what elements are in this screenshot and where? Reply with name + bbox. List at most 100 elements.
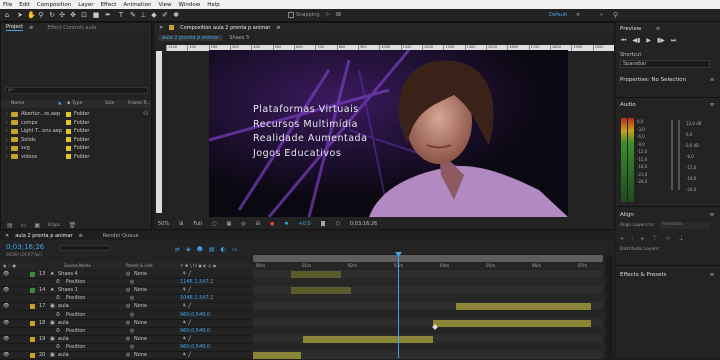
reset-exposure-icon[interactable]: ✱: [284, 221, 288, 227]
audio-slider-right[interactable]: [678, 120, 680, 190]
layer-duration-bar[interactable]: [291, 287, 351, 295]
composition-tab[interactable]: Composition aula 2 pronta p animar: [180, 25, 270, 31]
new-folder-icon[interactable]: ▭: [21, 222, 27, 229]
menu-animation[interactable]: Animation: [123, 2, 151, 8]
fit-icon[interactable]: ⊞: [179, 221, 183, 227]
sort-icon[interactable]: ▲: [58, 101, 61, 106]
mask-icon[interactable]: ◎: [241, 221, 245, 227]
audio-menu-icon[interactable]: ≡: [710, 102, 714, 108]
parent-dropdown[interactable]: None: [134, 336, 147, 342]
zoom-tool-icon[interactable]: ⚲: [37, 11, 45, 19]
effects-menu-icon[interactable]: ≡: [710, 272, 714, 278]
pan-behind-icon[interactable]: ⊡: [80, 11, 88, 19]
camera-tool-icon[interactable]: ✣: [58, 11, 66, 19]
home-icon[interactable]: ⌂: [3, 11, 11, 19]
timeline-menu-icon[interactable]: ≡: [79, 233, 83, 239]
time-ruler[interactable]: 00m01m02m03m04m05m06m07m: [253, 262, 603, 269]
menu-composition[interactable]: Composition: [37, 2, 71, 8]
stopwatch-icon[interactable]: ⏱: [56, 328, 60, 334]
parent-dropdown[interactable]: None: [134, 287, 147, 293]
layer-name[interactable]: aula: [58, 336, 69, 342]
audio-slider-left[interactable]: [671, 120, 673, 190]
layer-name[interactable]: aula: [58, 303, 69, 309]
layer-switch-icons[interactable]: ⚘ ╱: [182, 352, 191, 358]
layer-label-swatch[interactable]: [30, 272, 35, 277]
snap-options-icon[interactable]: ⊹: [325, 11, 330, 18]
align-bottom-icon[interactable]: ⊥: [679, 235, 684, 243]
timeline-lane[interactable]: [253, 351, 603, 360]
expression-icon[interactable]: ◎: [130, 328, 134, 334]
delete-icon[interactable]: 🗑: [69, 222, 77, 229]
align-right-icon[interactable]: ⫸: [641, 235, 644, 243]
timeline-timecode[interactable]: 0;03;16;26: [6, 243, 44, 251]
align-hcenter-icon[interactable]: ⫶: [631, 235, 633, 243]
subtab-aula-2[interactable]: aula 2 pronta p animar: [158, 34, 224, 41]
project-item[interactable]: › comps Folder: [6, 119, 89, 127]
layer-label-swatch[interactable]: [30, 320, 35, 326]
rotate-tool-icon[interactable]: ↻: [48, 11, 56, 19]
layer-name[interactable]: Shaes 1: [58, 287, 78, 293]
snapshot-icon[interactable]: ◙: [321, 221, 326, 227]
align-left-icon[interactable]: ⫷: [620, 235, 623, 243]
col-parent-link[interactable]: Parent & Link: [126, 263, 153, 268]
align-menu-icon[interactable]: ≡: [710, 212, 714, 218]
layer-switch-icons[interactable]: ⚘ ╱: [182, 336, 191, 342]
align-target-dropdown[interactable]: Selection: [660, 222, 710, 229]
project-panel-menu-icon[interactable]: ≡: [29, 25, 33, 31]
property-value[interactable]: 960,0,540,0: [180, 328, 210, 334]
menu-window[interactable]: Window: [179, 2, 201, 8]
snap-edges-icon[interactable]: ⊠: [336, 11, 341, 18]
subtab-shaes-5[interactable]: Shaes 5: [229, 35, 249, 41]
zoom-dropdown[interactable]: 50%: [158, 221, 169, 227]
anchor-tool-icon[interactable]: ✥: [69, 11, 77, 19]
visibility-icon[interactable]: 👁: [3, 303, 9, 309]
hand-tool-icon[interactable]: ✋: [27, 11, 36, 19]
workspace-overflow-icon[interactable]: »: [600, 12, 603, 18]
selection-tool-icon[interactable]: ➤: [16, 11, 24, 19]
expression-icon[interactable]: ◎: [130, 312, 134, 318]
snapping-checkbox[interactable]: [288, 12, 294, 18]
menu-file[interactable]: File: [3, 2, 12, 8]
layer-name[interactable]: aula: [58, 320, 69, 326]
close-icon[interactable]: ✕: [159, 25, 163, 31]
col-name[interactable]: Name: [11, 101, 24, 106]
project-tab[interactable]: Project: [6, 24, 24, 31]
layer-switch-icons[interactable]: ⚘ ╱: [182, 287, 191, 293]
layer-label-swatch[interactable]: [30, 353, 35, 358]
channel-icon[interactable]: ●: [270, 221, 274, 227]
visibility-icon[interactable]: 👁: [3, 271, 9, 277]
graph-editor-icon[interactable]: ▭: [232, 246, 238, 253]
viewer-timecode[interactable]: 0;03;16;26: [350, 221, 377, 227]
composition-flowchart-icon[interactable]: ⇄: [175, 246, 180, 253]
layer-duration-bar[interactable]: [456, 303, 591, 311]
layer-label-swatch[interactable]: [30, 336, 35, 342]
stopwatch-icon[interactable]: ⏱: [56, 295, 60, 301]
search-help-icon[interactable]: ⚲: [613, 11, 618, 19]
playhead[interactable]: [398, 255, 399, 358]
flowchart-icon[interactable]: ⚇: [143, 110, 148, 117]
visibility-icon[interactable]: 👁: [3, 352, 9, 358]
visibility-icon[interactable]: 👁: [3, 320, 9, 326]
brush-tool-icon[interactable]: ✎: [129, 11, 137, 19]
new-composition-icon[interactable]: ▣: [34, 222, 40, 229]
parent-pickwhip-icon[interactable]: ◎: [126, 271, 130, 277]
pen-tool-icon[interactable]: ✒: [104, 11, 112, 19]
clone-tool-icon[interactable]: ⊥: [139, 11, 147, 19]
project-item[interactable]: › Solids Folder: [6, 136, 89, 144]
expression-icon[interactable]: ◎: [130, 279, 134, 285]
layer-duration-bar[interactable]: [303, 335, 433, 343]
view-options-icon[interactable]: ⊟: [256, 221, 260, 227]
layer-switch-icons[interactable]: ⚘ ╱: [182, 303, 191, 309]
project-item[interactable]: › Light T...ons.aep Folder: [6, 127, 89, 135]
close-icon[interactable]: ✕: [5, 233, 9, 239]
workspace-default[interactable]: Default: [549, 12, 567, 18]
work-area-bar[interactable]: [253, 255, 603, 262]
workspace-menu-icon[interactable]: ≡: [576, 12, 580, 18]
first-frame-icon[interactable]: ⏮: [621, 37, 626, 45]
preview-menu-icon[interactable]: ≡: [656, 26, 660, 32]
puppet-tool-icon[interactable]: ✱: [172, 11, 180, 19]
timeline-search-input[interactable]: [60, 245, 110, 251]
transparency-grid-icon[interactable]: ▦: [227, 221, 232, 227]
layer-switch-icons[interactable]: ⚘ ╱: [182, 271, 191, 277]
project-item[interactable]: › svg Folder: [6, 144, 89, 152]
